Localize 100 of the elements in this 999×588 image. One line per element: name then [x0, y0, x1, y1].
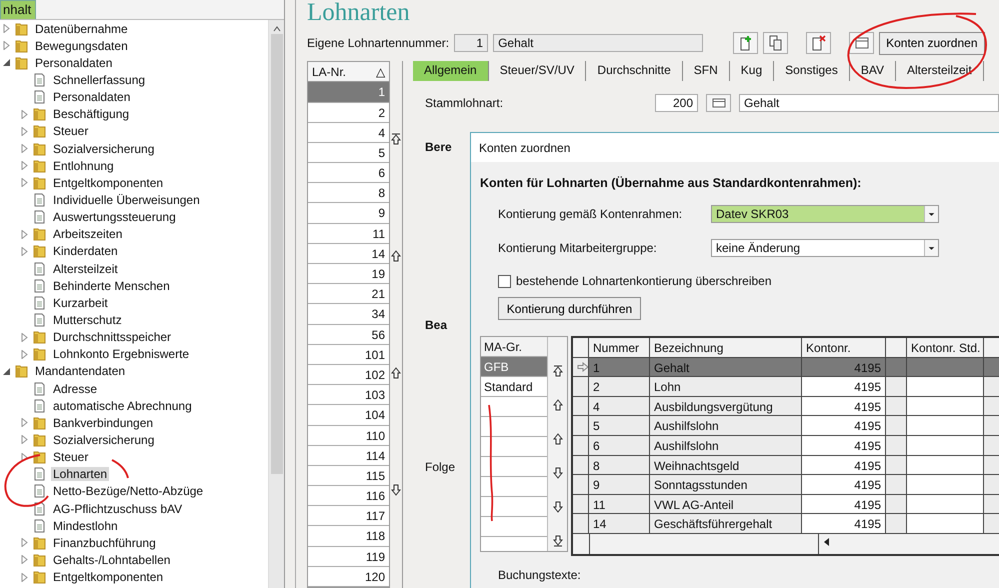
row-header-cell[interactable]	[573, 456, 589, 476]
sort-indicator[interactable]: △	[376, 64, 385, 79]
expand-icon[interactable]	[20, 572, 29, 582]
tree-item[interactable]: Lohnarten	[51, 467, 110, 482]
move-up-icon[interactable]	[552, 399, 562, 411]
expand-icon[interactable]	[20, 538, 29, 548]
tab[interactable]: Allgemein	[413, 61, 489, 82]
move-down-icon[interactable]	[552, 467, 562, 479]
expand-icon[interactable]	[20, 230, 29, 239]
expand-icon[interactable]	[20, 350, 29, 359]
move-top-icon[interactable]	[552, 365, 562, 377]
move-up-icon[interactable]	[552, 433, 562, 445]
row-header-cell[interactable]	[573, 494, 589, 514]
tab[interactable]: Sonstiges	[774, 61, 850, 82]
expand-icon[interactable]	[20, 246, 29, 256]
move-up-icon[interactable]	[391, 250, 401, 262]
dropdown[interactable]: keine Änderung	[711, 239, 939, 257]
tree-item[interactable]: Steuer	[51, 124, 90, 138]
expand-icon[interactable]	[2, 24, 11, 34]
tree-item[interactable]: Mindestlohn	[51, 518, 120, 533]
base-number-field[interactable]: 200	[655, 94, 698, 112]
tree-item[interactable]: Kurzarbeit	[51, 296, 110, 310]
expand-icon[interactable]	[20, 144, 29, 154]
expand-icon[interactable]	[20, 332, 29, 342]
list-row[interactable]: 56	[308, 324, 389, 345]
tree-item[interactable]: Entgeltkomponenten	[51, 176, 166, 190]
lookup-button[interactable]	[706, 94, 731, 112]
expand-icon[interactable]	[20, 418, 29, 428]
row-header-cell[interactable]	[573, 377, 589, 397]
tree-item[interactable]: Schnellerfassung	[51, 72, 148, 87]
move-down-icon[interactable]	[391, 484, 401, 496]
tree-item[interactable]: Bewegungsdaten	[33, 38, 130, 53]
list-row[interactable]: 114	[308, 446, 389, 466]
base-name-field[interactable]: Gehalt	[739, 94, 999, 112]
window-button[interactable]	[849, 32, 874, 54]
row-header-cell[interactable]	[573, 358, 589, 378]
tree-item[interactable]: Beschäftigung	[51, 107, 132, 122]
tree-item[interactable]: Bankverbindungen	[51, 416, 156, 430]
column-header[interactable]: Kontonr.	[802, 338, 886, 358]
tree-item[interactable]: automatische Abrechnung	[51, 398, 194, 413]
list-row[interactable]: 1	[308, 82, 389, 102]
tab[interactable]: Kug	[730, 61, 774, 82]
number-field[interactable]: 1	[454, 34, 488, 52]
tree-item[interactable]: Auswertungssteuerung	[51, 210, 178, 224]
expand-icon[interactable]	[20, 126, 29, 136]
list-row[interactable]: 11	[308, 224, 389, 244]
row-header-cell[interactable]	[573, 514, 589, 534]
tab[interactable]: Altersteilzeit	[896, 61, 984, 82]
assign-accounts-button[interactable]: Konten zuordnen	[879, 32, 984, 55]
tree-item[interactable]: Mandantendaten	[33, 364, 128, 378]
copy-button[interactable]	[763, 32, 788, 54]
tree-item[interactable]: Adresse	[51, 382, 100, 396]
caret-icon[interactable]	[924, 240, 938, 256]
list-row[interactable]: 2	[308, 102, 389, 123]
run-button[interactable]: Kontierung durchführen	[498, 297, 641, 320]
tree-item[interactable]: Personaldaten	[33, 56, 114, 70]
collapse-icon[interactable]	[2, 58, 11, 68]
tab[interactable]: SFN	[682, 61, 730, 82]
caret-icon[interactable]	[924, 206, 938, 222]
row-header-cell[interactable]	[573, 475, 589, 495]
tab[interactable]: BAV	[850, 61, 896, 82]
tree-item[interactable]: Kinderdaten	[51, 244, 120, 258]
sidebar-tab[interactable]: nhalt	[0, 0, 36, 19]
list-row[interactable]: 119	[308, 546, 389, 567]
tree-item[interactable]: Finanzbuchführung	[51, 536, 158, 550]
tree-item[interactable]: AG-Pflichtzuschuss bAV	[51, 502, 184, 516]
tree-item[interactable]: Individuelle Überweisungen	[51, 192, 202, 207]
move-top-icon[interactable]	[391, 133, 401, 146]
tree-item[interactable]: Datenübernahme	[33, 22, 130, 36]
tree-item[interactable]: Entlohnung	[51, 158, 116, 173]
checkbox[interactable]	[498, 274, 511, 288]
tab[interactable]: Durchschnitte	[586, 61, 683, 82]
tree-item[interactable]: Lohnkonto Ergebniswerte	[51, 347, 192, 362]
list-row[interactable]: GFB	[481, 357, 547, 377]
list-row[interactable]: 4	[308, 122, 389, 143]
expand-icon[interactable]	[20, 435, 29, 444]
tree-item[interactable]: Mutterschutz	[51, 312, 124, 327]
row-header-cell[interactable]	[573, 436, 589, 456]
tree-item[interactable]: Entgeltkomponenten	[51, 570, 166, 584]
expand-icon[interactable]	[20, 178, 29, 188]
row-header-cell[interactable]	[573, 396, 589, 416]
tree-item[interactable]: Sozialversicherung	[51, 142, 156, 156]
tree-item[interactable]: Arbeitszeiten	[51, 227, 124, 242]
tree-item[interactable]: Gehalts-/Lohntabellen	[51, 552, 172, 567]
expand-icon[interactable]	[20, 161, 29, 170]
expand-icon[interactable]	[20, 110, 29, 119]
horizontal-scrollbar[interactable]	[573, 534, 999, 554]
new-document-button[interactable]	[733, 32, 758, 54]
dropdown[interactable]: Datev SKR03	[711, 205, 939, 223]
name-field[interactable]: Gehalt	[493, 34, 704, 52]
column-header[interactable]: Bezeichnung	[650, 338, 802, 358]
tree-item[interactable]: Steuer	[51, 450, 90, 464]
tree-item[interactable]: Durchschnittsspeicher	[51, 330, 174, 344]
tab[interactable]: Steuer/SV/UV	[488, 61, 586, 82]
expand-icon[interactable]	[20, 555, 29, 564]
collapse-icon[interactable]	[2, 366, 11, 376]
scroll-up-icon[interactable]	[272, 26, 280, 32]
column-header[interactable]: Kontonr. Std.	[907, 338, 984, 358]
delete-button[interactable]	[806, 32, 832, 54]
move-bottom-icon[interactable]	[552, 535, 562, 547]
